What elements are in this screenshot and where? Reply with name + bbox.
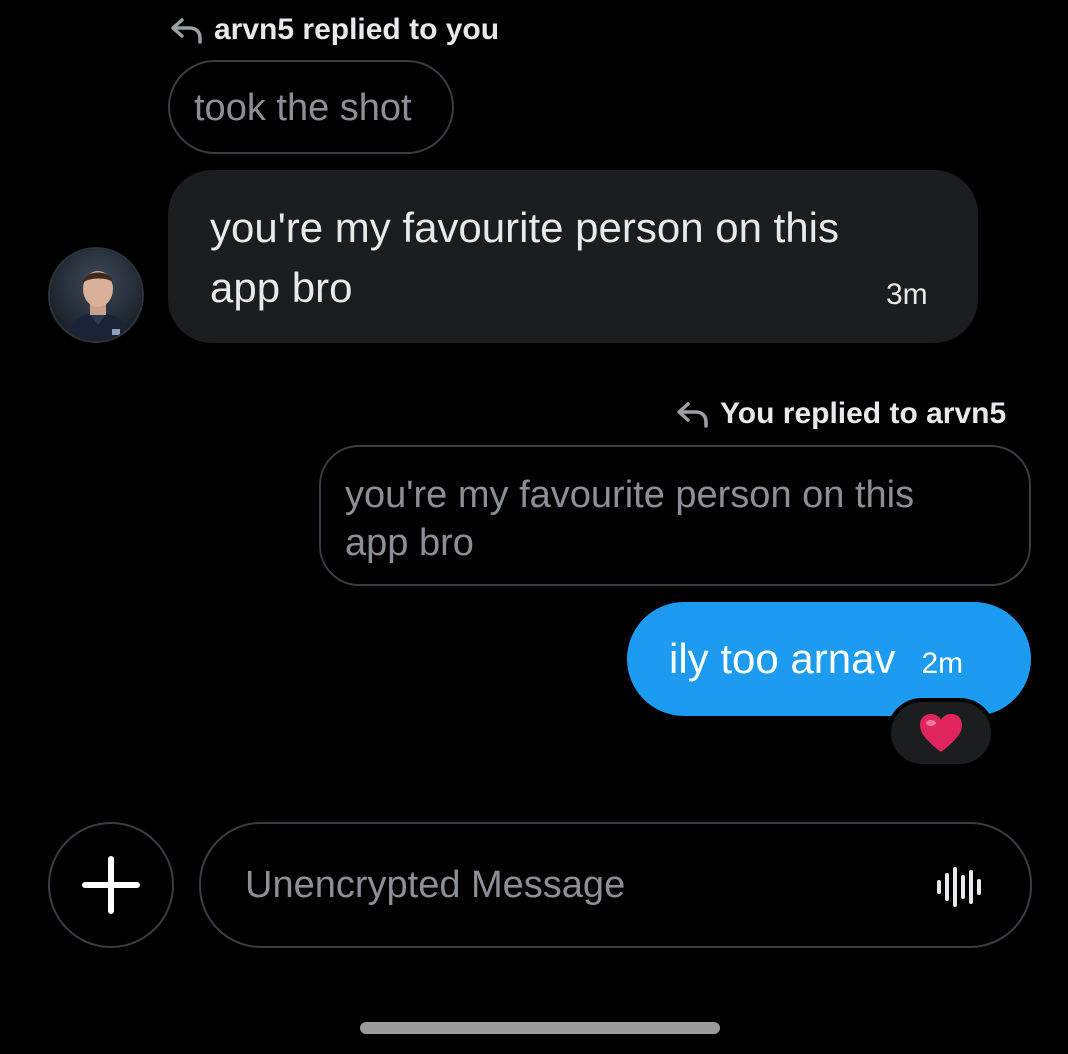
reply-arrow-icon xyxy=(676,400,710,428)
outgoing-quoted-line-1: you're my favourite person on this xyxy=(345,474,915,516)
heart-icon xyxy=(920,714,962,752)
incoming-quoted-text: took the shot xyxy=(194,87,412,129)
reply-arrow-icon xyxy=(170,16,204,44)
avatar[interactable] xyxy=(48,247,144,343)
outgoing-message-text: ily too arnav xyxy=(669,635,896,682)
outgoing-timestamp: 2m xyxy=(921,647,964,680)
outgoing-reply-header: You replied to arvn5 xyxy=(676,394,1006,434)
avatar-image xyxy=(50,249,142,341)
outgoing-quoted-message[interactable]: you're my favourite person on this app b… xyxy=(319,445,1031,586)
incoming-quoted-message[interactable]: took the shot xyxy=(168,60,454,154)
outgoing-quoted-line-2: app bro xyxy=(345,522,474,564)
incoming-reply-label: arvn5 replied to you xyxy=(214,13,500,46)
incoming-reply-header: arvn5 replied to you xyxy=(170,10,499,50)
incoming-message-line-2: app bro xyxy=(210,264,353,311)
voice-waveform-icon xyxy=(937,867,981,907)
message-composer xyxy=(199,822,1032,948)
heart-reaction[interactable] xyxy=(887,698,995,768)
home-indicator[interactable] xyxy=(360,1022,720,1034)
incoming-message-line-1: you're my favourite person on this xyxy=(210,204,839,251)
incoming-message-bubble[interactable]: you're my favourite person on this app b… xyxy=(168,170,978,343)
outgoing-reply-label: You replied to arvn5 xyxy=(720,397,1007,430)
add-attachment-button[interactable] xyxy=(48,822,174,948)
message-input[interactable] xyxy=(245,824,925,946)
plus-icon xyxy=(82,856,140,914)
voice-message-button[interactable] xyxy=(935,867,985,907)
incoming-timestamp: 3m xyxy=(886,278,928,311)
